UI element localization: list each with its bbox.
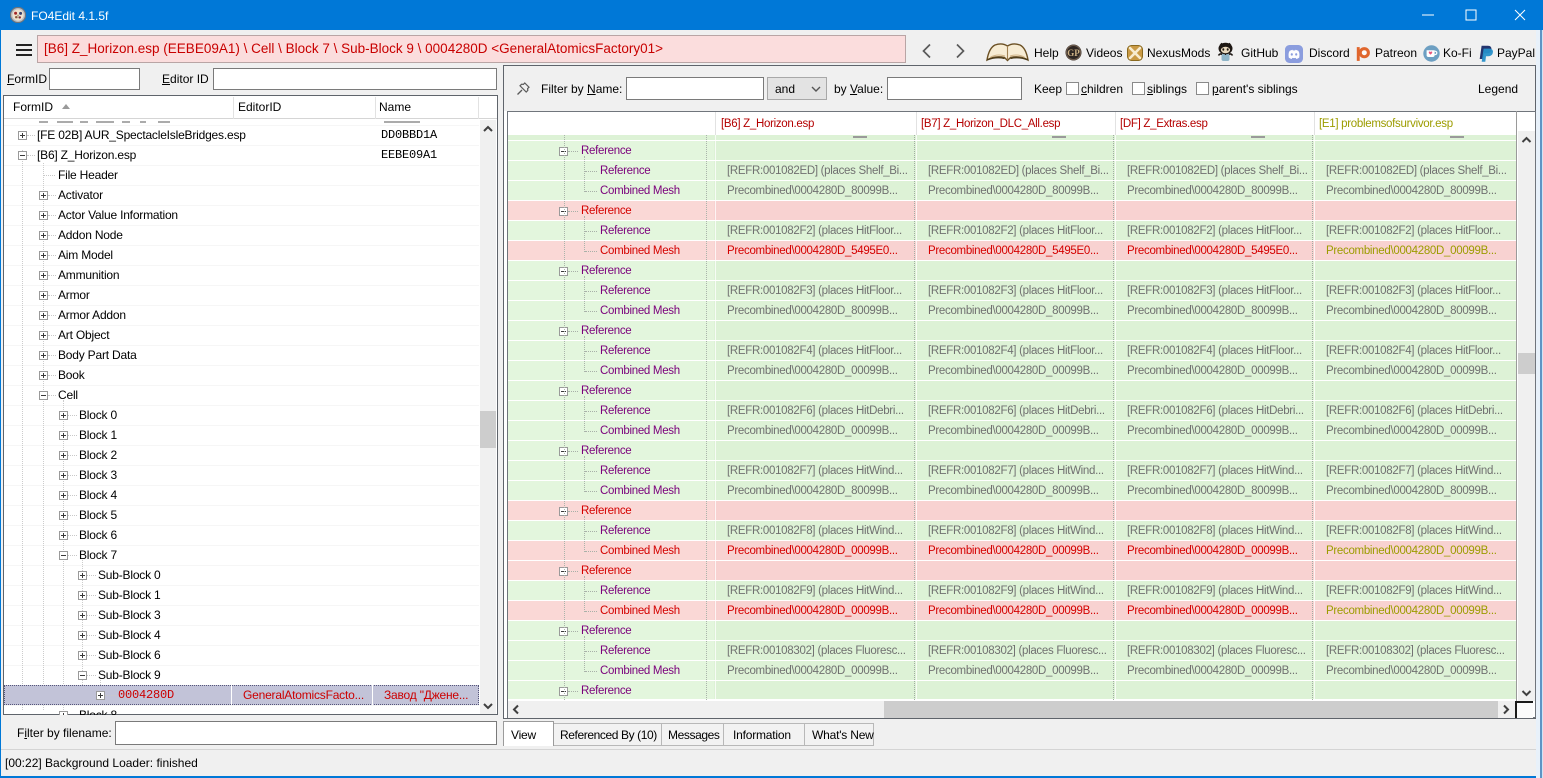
svg-text:GP: GP <box>1067 48 1080 58</box>
